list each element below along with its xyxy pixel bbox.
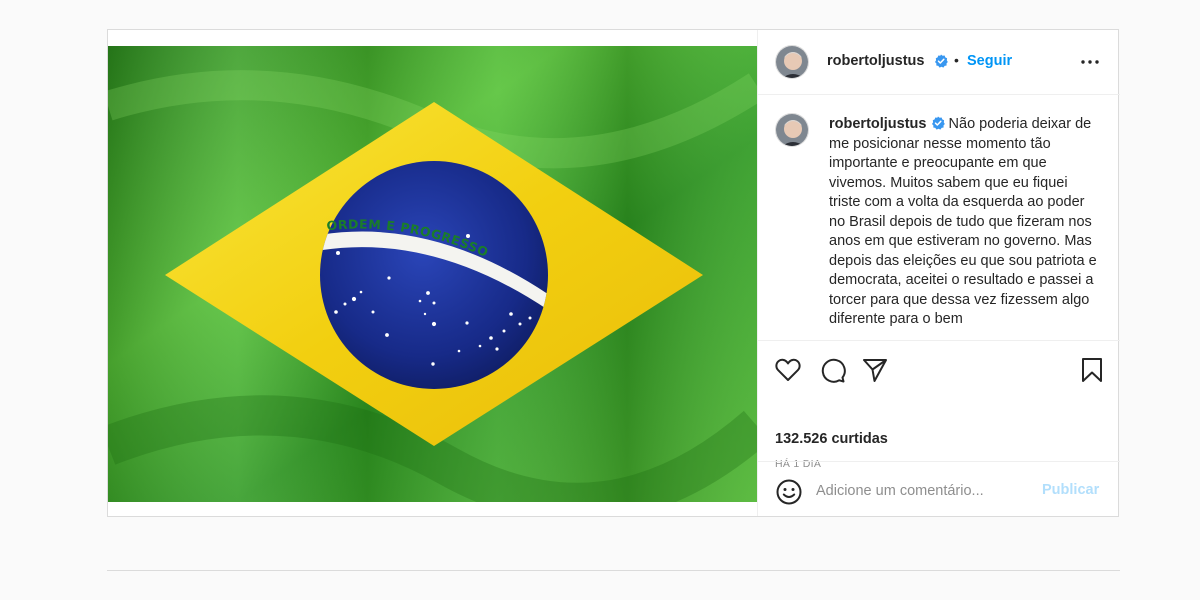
- comment-input[interactable]: [816, 478, 1036, 504]
- verified-badge-icon: [931, 116, 945, 130]
- verified-badge-icon: [935, 54, 948, 68]
- publish-button[interactable]: Publicar: [1042, 482, 1099, 498]
- emoji-smile-icon[interactable]: [775, 478, 803, 506]
- follow-button[interactable]: Seguir: [967, 53, 1012, 69]
- post-actions: 132.526 curtidas HÁ 1 DIA: [758, 341, 1120, 481]
- caption-username[interactable]: robertoljustus: [829, 116, 926, 132]
- caption-author-avatar[interactable]: [775, 113, 809, 147]
- caption-text: Não poderia deixar de me posicionar ness…: [829, 116, 1097, 327]
- separator-dot: •: [954, 52, 959, 68]
- bookmark-icon[interactable]: [1078, 356, 1106, 384]
- paper-plane-icon[interactable]: [861, 356, 889, 384]
- author-username[interactable]: robertoljustus: [827, 53, 924, 69]
- post-image[interactable]: ORDEM E PROGRESSO: [108, 46, 757, 502]
- comment-bar: Publicar: [758, 461, 1120, 516]
- likes-count[interactable]: 132.526 curtidas: [775, 431, 888, 447]
- heart-icon[interactable]: [774, 356, 802, 384]
- post-caption: robertoljustus Não poderia deixar de me …: [829, 115, 1099, 330]
- brazil-flag-image: ORDEM E PROGRESSO: [108, 46, 757, 502]
- post-sidebar: robertoljustus • Seguir robertoljustus N…: [757, 30, 1120, 516]
- page-divider: [107, 570, 1120, 571]
- comment-bubble-icon[interactable]: [818, 356, 846, 384]
- post-header: robertoljustus • Seguir: [758, 30, 1120, 95]
- author-avatar[interactable]: [775, 45, 809, 79]
- caption-area: robertoljustus Não poderia deixar de me …: [758, 95, 1120, 341]
- instagram-post: ORDEM E PROGRESSO robertoljustus • Segui…: [107, 29, 1120, 517]
- more-options-icon[interactable]: [1080, 52, 1100, 72]
